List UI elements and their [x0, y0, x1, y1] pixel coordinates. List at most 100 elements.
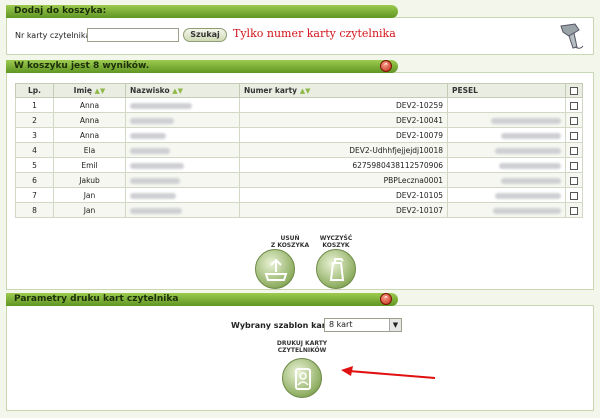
cell-nazwisko	[125, 127, 240, 143]
table-header-row: Lp. Imię ▲▼ Nazwisko ▲▼ Numer karty ▲▼ P…	[15, 83, 583, 98]
redacted-surname	[130, 207, 182, 214]
cell-pesel	[447, 142, 566, 158]
add-to-cart-body: Nr karty czytelnika Szukaj Tylko numer k…	[6, 17, 594, 55]
cell-imie: Jan	[53, 187, 126, 203]
sort-icon[interactable]: ▲▼	[172, 87, 183, 95]
row-checkbox[interactable]	[570, 161, 578, 170]
table-row[interactable]: 5 Emil 6275980438112570906	[15, 157, 583, 173]
table-row[interactable]: 3 Anna DEV2-10079	[15, 127, 583, 143]
collapse-up-icon[interactable]: ⌃	[380, 293, 392, 305]
redacted-pesel	[495, 147, 561, 154]
barcode-scanner-icon	[560, 23, 584, 49]
cell-lp: 8	[15, 202, 54, 218]
cell-imie: Jan	[53, 202, 126, 218]
cell-select	[565, 202, 583, 218]
redacted-pesel	[501, 177, 561, 184]
cell-nazwisko	[125, 157, 240, 173]
redacted-pesel	[491, 117, 561, 124]
cell-nazwisko	[125, 112, 240, 128]
hint-text: Tylko numer karty czytelnika	[233, 27, 396, 40]
template-select[interactable]: 8 kart ▼	[324, 318, 402, 332]
col-pesel[interactable]: PESEL	[447, 83, 566, 98]
cell-select	[565, 142, 583, 158]
cell-imie: Emil	[53, 157, 126, 173]
row-checkbox[interactable]	[570, 116, 578, 125]
cell-lp: 7	[15, 187, 54, 203]
cell-imie: Jakub	[53, 172, 126, 188]
add-to-cart-panel: Nr karty czytelnika Szukaj Tylko numer k…	[6, 5, 594, 55]
col-numer-karty[interactable]: Numer karty ▲▼	[239, 83, 448, 98]
reader-card-icon	[295, 368, 311, 390]
card-number-label: Nr karty czytelnika	[15, 31, 91, 40]
cell-pesel	[447, 157, 566, 173]
cell-nazwisko	[125, 97, 240, 113]
remove-from-cart-label: USUŃ Z KOSZYKA	[270, 235, 310, 249]
row-checkbox[interactable]	[570, 191, 578, 200]
print-params-title: Parametry druku kart czytelnika	[6, 293, 398, 306]
col-nazwisko[interactable]: Nazwisko ▲▼	[125, 83, 240, 98]
search-button[interactable]: Szukaj	[183, 28, 227, 42]
redacted-pesel	[499, 162, 561, 169]
sort-icon[interactable]: ▲▼	[95, 87, 106, 95]
row-checkbox[interactable]	[570, 206, 578, 215]
table-row[interactable]: 6 Jakub PBPLeczna0001	[15, 172, 583, 188]
cell-select	[565, 187, 583, 203]
cart-remove-icon	[264, 258, 288, 281]
redacted-surname	[130, 192, 176, 199]
print-cards-button[interactable]	[282, 358, 322, 398]
redacted-pesel	[501, 132, 561, 139]
cart-panel: Lp. Imię ▲▼ Nazwisko ▲▼ Numer karty ▲▼ P…	[6, 60, 594, 290]
template-label: Wybrany szablon kart	[231, 321, 330, 330]
cell-lp: 6	[15, 172, 54, 188]
cell-imie: Anna	[53, 112, 126, 128]
collapse-up-icon[interactable]: ⌃	[380, 60, 392, 72]
red-arrow-annotation	[341, 366, 436, 379]
cell-lp: 3	[15, 127, 54, 143]
card-number-input[interactable]	[87, 28, 179, 42]
table-row[interactable]: 4 Ela DEV2-Udhhfjejjejdj10018	[15, 142, 583, 158]
print-cards-label: DRUKUJ KARTY CZYTELNIKÓW	[276, 340, 328, 354]
row-checkbox[interactable]	[570, 101, 578, 110]
row-checkbox[interactable]	[570, 146, 578, 155]
cell-numer-karty: DEV2-10041	[239, 112, 448, 128]
cell-pesel	[447, 127, 566, 143]
spray-bottle-icon	[329, 258, 345, 281]
table-row[interactable]: 7 Jan DEV2-10105	[15, 187, 583, 203]
redacted-surname	[130, 162, 184, 169]
cell-select	[565, 97, 583, 113]
redacted-surname	[130, 117, 174, 124]
cell-numer-karty: DEV2-Udhhfjejjejdj10018	[239, 142, 448, 158]
select-all-checkbox[interactable]	[570, 87, 578, 95]
print-params-panel: Wybrany szablon kart 8 kart ▼ DRUKUJ KAR…	[6, 293, 594, 411]
col-imie[interactable]: Imię ▲▼	[53, 83, 126, 98]
row-checkbox[interactable]	[570, 176, 578, 185]
table-row[interactable]: 1 Anna DEV2-10259	[15, 97, 583, 113]
cell-select	[565, 172, 583, 188]
cell-nazwisko	[125, 172, 240, 188]
col-lp[interactable]: Lp.	[15, 83, 54, 98]
chevron-down-icon: ▼	[389, 319, 401, 331]
cell-pesel	[447, 187, 566, 203]
cell-imie: Anna	[53, 127, 126, 143]
cart-title: W koszyku jest 8 wyników.	[6, 60, 398, 73]
select-all-cell	[565, 83, 583, 98]
table-row[interactable]: 2 Anna DEV2-10041	[15, 112, 583, 128]
clear-cart-button[interactable]	[316, 249, 356, 289]
table-row[interactable]: 8 Jan DEV2-10107	[15, 202, 583, 218]
cell-lp: 2	[15, 112, 54, 128]
cell-numer-karty: DEV2-10079	[239, 127, 448, 143]
cell-pesel	[447, 97, 566, 113]
cell-numer-karty: DEV2-10105	[239, 187, 448, 203]
cell-lp: 5	[15, 157, 54, 173]
row-checkbox[interactable]	[570, 131, 578, 140]
redacted-surname	[130, 177, 180, 184]
add-to-cart-title: Dodaj do koszyka:	[6, 5, 398, 18]
sort-icon[interactable]: ▲▼	[300, 87, 311, 95]
cell-pesel	[447, 202, 566, 218]
cell-numer-karty: PBPLeczna0001	[239, 172, 448, 188]
cell-select	[565, 127, 583, 143]
cart-body: Lp. Imię ▲▼ Nazwisko ▲▼ Numer karty ▲▼ P…	[6, 72, 594, 290]
cell-imie: Ela	[53, 142, 126, 158]
cell-nazwisko	[125, 187, 240, 203]
remove-from-cart-button[interactable]	[255, 249, 295, 289]
